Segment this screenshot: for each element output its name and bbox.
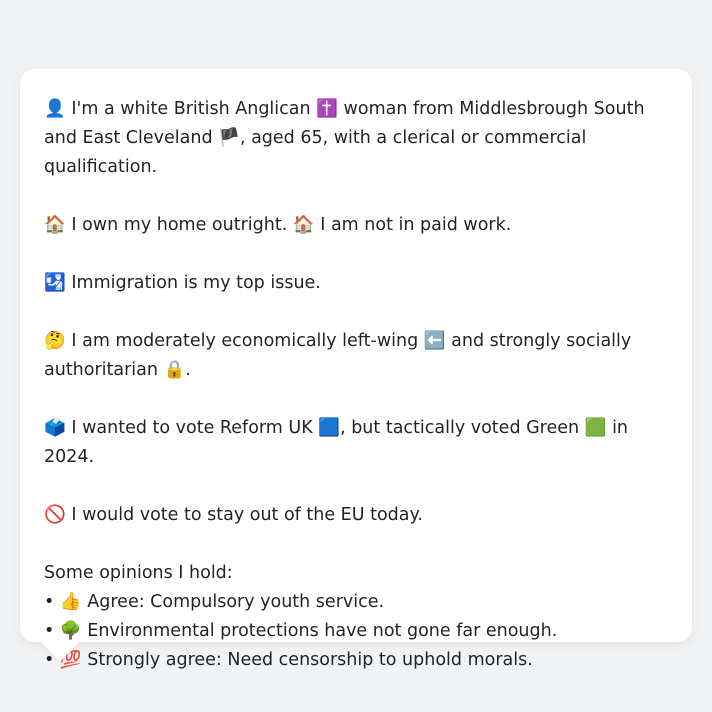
cross-icon: ✝️ — [316, 99, 338, 119]
house-icon: 🏠 — [292, 215, 315, 235]
opinion-text: Environmental protections have not gone … — [87, 621, 558, 641]
politics-text-c: . — [185, 360, 191, 380]
politics-paragraph: 🤔 I am moderately economically left-wing… — [44, 327, 668, 385]
thinking-face-icon: 🤔 — [44, 331, 66, 351]
opinions-section: Some opinions I hold: • 👍 Agree: Compuls… — [44, 559, 668, 675]
vote-paragraph: 🗳️ I wanted to vote Reform UK 🟦, but tac… — [44, 414, 668, 472]
home-text-a: I own my home outright. — [71, 215, 288, 235]
thumbs-up-icon: 👍 — [59, 592, 82, 612]
england-flag-icon: 🏴 — [218, 128, 240, 148]
vote-text-b: , but tactically voted Green — [340, 418, 580, 438]
lock-icon: 🔒 — [163, 360, 186, 380]
opinion-text: Strongly agree: Need censorship to uphol… — [87, 650, 533, 670]
opinion-item: • 🌳 Environmental protections have not g… — [44, 617, 668, 646]
opinion-item: • 💯 Strongly agree: Need censorship to u… — [44, 646, 668, 675]
ballot-box-icon: 🗳️ — [44, 418, 66, 438]
speech-bubble-tail — [40, 641, 80, 662]
left-arrow-icon: ⬅️ — [423, 331, 446, 351]
house-icon: 🏠 — [44, 215, 66, 235]
opinions-heading: Some opinions I hold: — [44, 563, 233, 583]
issue-text: Immigration is my top issue. — [71, 273, 321, 293]
issue-paragraph: 🛂 Immigration is my top issue. — [44, 269, 668, 298]
prohibited-icon: 🚫 — [44, 505, 66, 525]
opinion-text: Agree: Compulsory youth service. — [87, 592, 385, 612]
persona-card: 👤 I'm a white British Anglican ✝️ woman … — [20, 69, 692, 670]
eu-paragraph: 🚫 I would vote to stay out of the EU tod… — [44, 501, 668, 530]
intro-paragraph: 👤 I'm a white British Anglican ✝️ woman … — [44, 95, 668, 182]
blue-square-icon: 🟦 — [318, 418, 341, 438]
vote-text-a: I wanted to vote Reform UK — [71, 418, 313, 438]
person-icon: 👤 — [44, 99, 66, 119]
bullet: • — [44, 621, 55, 641]
eu-text: I would vote to stay out of the EU today… — [71, 505, 423, 525]
home-paragraph: 🏠 I own my home outright. 🏠 I am not in … — [44, 211, 668, 240]
passport-control-icon: 🛂 — [44, 273, 66, 293]
opinion-item: • 👍 Agree: Compulsory youth service. — [44, 588, 668, 617]
home-text-b: I am not in paid work. — [320, 215, 512, 235]
bullet: • — [44, 592, 55, 612]
politics-text-a: I am moderately economically left-wing — [71, 331, 419, 351]
green-square-icon: 🟩 — [584, 418, 607, 438]
intro-text-a: I'm a white British Anglican — [71, 99, 311, 119]
